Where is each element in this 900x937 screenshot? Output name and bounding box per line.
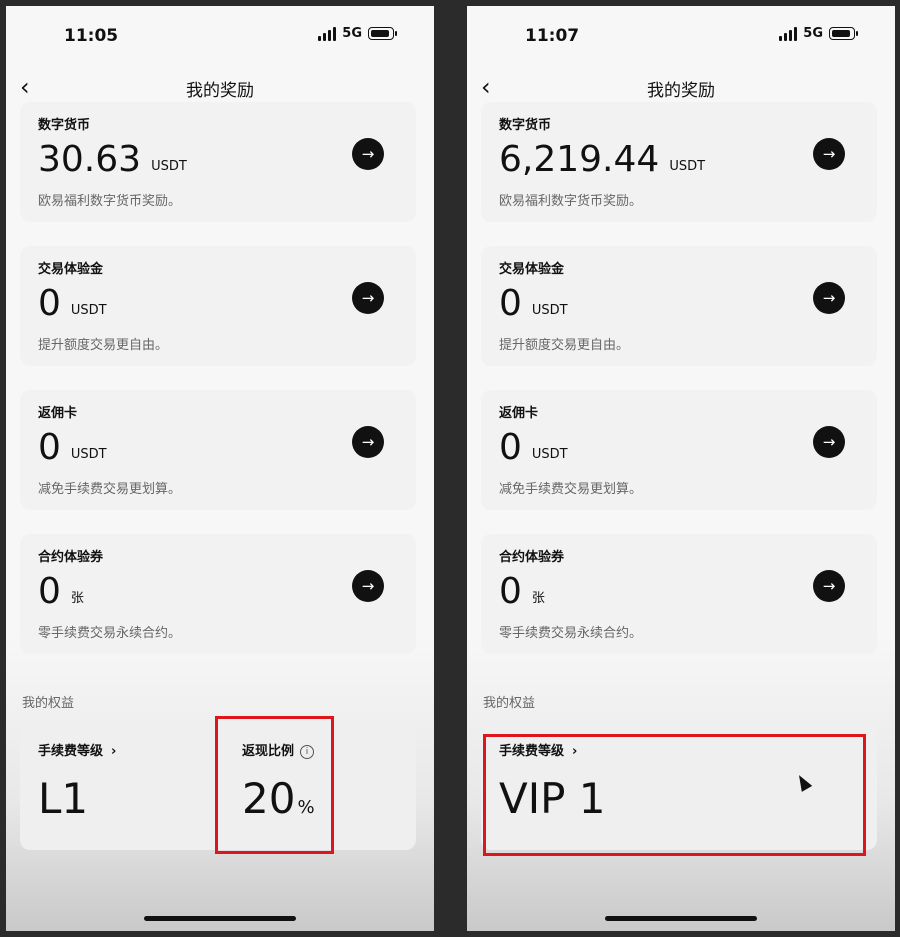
arrow-right-icon[interactable]: → [813,282,845,314]
page-title: 我的奖励 [647,81,715,101]
arrow-right-icon[interactable]: → [352,570,384,602]
reward-card-digital-currency[interactable]: 数字货币 30.63 USDT 欧易福利数字货币奖励。 → [20,102,416,222]
reward-card-futures-voucher[interactable]: 合约体验券 0张 零手续费交易永续合约。 → [20,534,416,654]
arrow-right-icon[interactable]: → [352,426,384,458]
card-title: 返佣卡 [38,406,78,421]
highlight-box-fee-level [483,734,866,856]
card-value: 30.63 USDT [38,139,187,180]
reward-card-rebate-card[interactable]: 返佣卡 0 USDT 减免手续费交易更划算。 → [481,390,877,510]
reward-card-rebate-card[interactable]: 返佣卡 0 USDT 减免手续费交易更划算。 → [20,390,416,510]
status-time: 11:05 [64,26,119,46]
reward-card-trial-fund[interactable]: 交易体验金 0 USDT 提升额度交易更自由。 → [481,246,877,366]
arrow-right-icon[interactable]: → [813,138,845,170]
home-indicator [605,916,757,921]
card-description: 零手续费交易永续合约。 [499,626,643,641]
card-title: 合约体验券 [499,550,565,565]
home-indicator [144,916,296,921]
card-unit: USDT [70,447,107,462]
arrow-right-icon[interactable]: → [352,138,384,170]
card-description: 欧易福利数字货币奖励。 [499,194,643,209]
section-label-my-benefits: 我的权益 [483,696,536,711]
card-title: 返佣卡 [499,406,539,421]
card-unit: USDT [669,159,706,174]
arrow-right-icon[interactable]: → [813,426,845,458]
status-time: 11:07 [525,26,580,46]
chevron-right-icon: › [111,744,117,759]
card-value: 6,219.44 USDT [499,139,706,180]
card-value: 0 USDT [38,283,107,324]
card-description: 提升额度交易更自由。 [38,338,169,353]
network-type: 5G [342,26,362,41]
reward-card-digital-currency[interactable]: 数字货币 6,219.44 USDT 欧易福利数字货币奖励。 → [481,102,877,222]
card-value: 0 USDT [38,427,107,468]
arrow-right-icon[interactable]: → [352,282,384,314]
card-title: 数字货币 [499,118,552,133]
arrow-right-icon[interactable]: → [813,570,845,602]
fee-level-link[interactable]: 手续费等级 › [38,740,116,759]
network-type: 5G [803,26,823,41]
status-indicators: 5G [318,26,397,41]
card-value: 0 USDT [499,427,568,468]
reward-card-trial-fund[interactable]: 交易体验金 0 USDT 提升额度交易更自由。 → [20,246,416,366]
section-label-my-benefits: 我的权益 [22,696,75,711]
reward-card-futures-voucher[interactable]: 合约体验券 0张 零手续费交易永续合约。 → [481,534,877,654]
phone-screen-left: 11:05 5G ‹ 我的奖励 数字货币 30.63 USDT 欧易福利数字货币奖… [6,6,434,931]
battery-icon [368,27,397,40]
signal-icon [318,26,337,41]
card-value: 0 USDT [499,283,568,324]
battery-icon [829,27,858,40]
card-unit: USDT [531,303,568,318]
highlight-box-cashback [215,716,334,854]
card-description: 零手续费交易永续合约。 [38,626,182,641]
page-title: 我的奖励 [186,81,254,101]
card-value: 0张 [38,571,84,612]
card-title: 交易体验金 [499,262,565,277]
card-unit: USDT [151,159,187,174]
fee-level-value: L1 [38,774,89,823]
card-description: 减免手续费交易更划算。 [499,482,643,497]
card-unit: 张 [531,591,545,606]
card-unit: 张 [70,591,84,606]
card-description: 减免手续费交易更划算。 [38,482,182,497]
signal-icon [779,26,798,41]
card-value: 0张 [499,571,545,612]
card-title: 合约体验券 [38,550,104,565]
card-unit: USDT [70,303,107,318]
card-title: 数字货币 [38,118,91,133]
card-title: 交易体验金 [38,262,104,277]
card-unit: USDT [531,447,568,462]
card-description: 欧易福利数字货币奖励。 [38,194,182,209]
phone-screen-right: 11:07 5G ‹ 我的奖励 数字货币 6,219.44 USDT 欧易福利数字… [467,6,895,931]
card-description: 提升额度交易更自由。 [499,338,630,353]
status-indicators: 5G [779,26,858,41]
